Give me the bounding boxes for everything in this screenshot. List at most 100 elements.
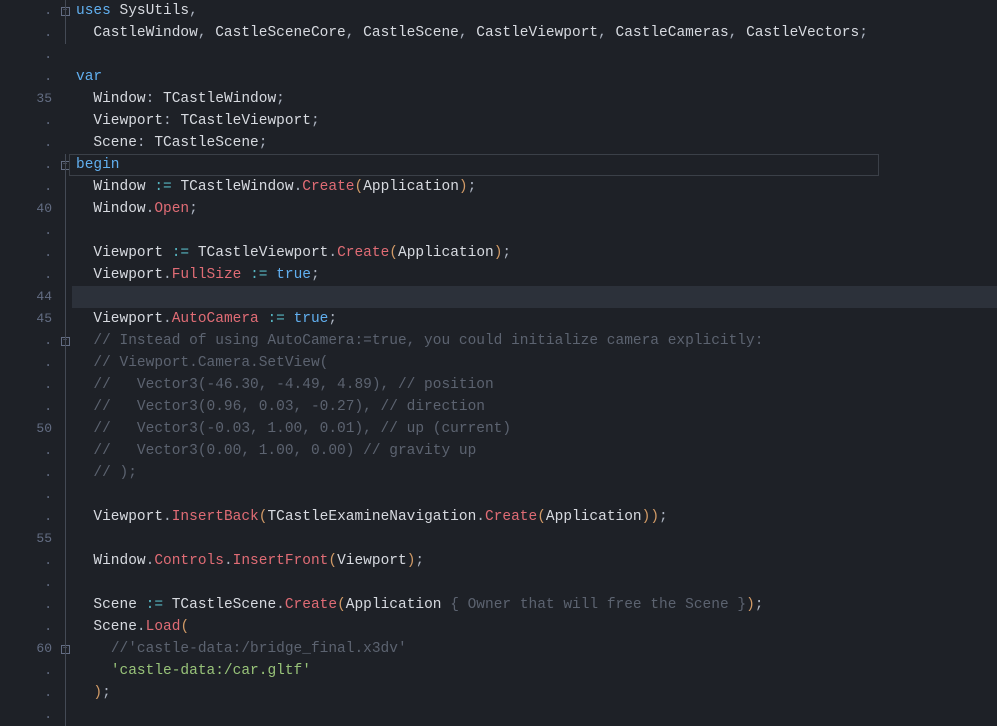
code-line[interactable]: Window: TCastleWindow; (76, 88, 997, 110)
code-line[interactable]: // Vector3(-0.03, 1.00, 0.01), // up (cu… (76, 418, 997, 440)
fold-cell (58, 242, 72, 264)
fold-cell (58, 308, 72, 330)
token-member: FullSize (172, 267, 242, 283)
code-line[interactable]: ); (76, 682, 997, 704)
code-line[interactable] (76, 44, 997, 66)
token-dim (76, 25, 93, 41)
code-line[interactable]: Window := TCastleWindow.Create(Applicati… (76, 176, 997, 198)
code-line[interactable]: Scene := TCastleScene.Create(Application… (76, 594, 997, 616)
fold-cell (58, 44, 72, 66)
line-number: . (0, 616, 54, 638)
token-paren: ( (337, 597, 346, 613)
token-white: CastleScene (363, 25, 459, 41)
fold-cell (58, 264, 72, 286)
token-punct: ; (502, 245, 511, 261)
code-line[interactable]: Viewport.FullSize := true; (76, 264, 997, 286)
token-white: Window (93, 179, 154, 195)
code-line[interactable] (76, 572, 997, 594)
code-line[interactable]: Viewport := TCastleViewport.Create(Appli… (76, 242, 997, 264)
token-dim (163, 597, 172, 613)
token-punct: ; (468, 179, 477, 195)
code-line[interactable]: // ); (76, 462, 997, 484)
fold-cell (58, 176, 72, 198)
line-number: 45 (0, 308, 54, 330)
token-member: AutoCamera (172, 311, 259, 327)
token-punct: ; (859, 25, 868, 41)
fold-cell (58, 550, 72, 572)
fold-column[interactable]: −−−− (58, 0, 72, 723)
line-number: . (0, 352, 54, 374)
code-line[interactable]: Window.Controls.InsertFront(Viewport); (76, 550, 997, 572)
code-line[interactable]: 'castle-data:/car.gltf' (76, 660, 997, 682)
token-paren: ( (354, 179, 363, 195)
token-dim (354, 25, 363, 41)
fold-cell[interactable]: − (58, 638, 72, 660)
code-line[interactable]: // Vector3(0.00, 1.00, 0.00) // gravity … (76, 440, 997, 462)
token-paren: ) (93, 685, 102, 701)
token-dim (76, 311, 93, 327)
token-dim (154, 91, 163, 107)
token-dim (76, 355, 93, 371)
token-punct: , (198, 25, 207, 41)
code-line[interactable]: CastleWindow, CastleSceneCore, CastleSce… (76, 22, 997, 44)
code-line[interactable]: Viewport.InsertBack(TCastleExamineNaviga… (76, 506, 997, 528)
token-punct: . (163, 267, 172, 283)
token-punct: ; (311, 267, 320, 283)
token-dim (76, 245, 93, 261)
code-editor[interactable]: ....35....40...4445....50....55....60...… (0, 0, 997, 723)
token-punct: , (189, 3, 198, 19)
line-number: . (0, 462, 54, 484)
code-line[interactable]: Scene.Load( (76, 616, 997, 638)
code-line[interactable]: var (76, 66, 997, 88)
token-white: Window (93, 201, 145, 217)
fold-cell (58, 374, 72, 396)
code-line[interactable]: // Viewport.Camera.SetView( (76, 352, 997, 374)
token-white: TCastleScene (172, 597, 276, 613)
token-member: Create (337, 245, 389, 261)
code-line[interactable] (76, 220, 997, 242)
token-kw: true (294, 311, 329, 327)
line-number: . (0, 242, 54, 264)
token-dim (607, 25, 616, 41)
token-comment-brace: { Owner that will free the Scene } (450, 597, 746, 613)
token-member: Open (154, 201, 189, 217)
token-punct: : (163, 113, 172, 129)
token-dim (285, 311, 294, 327)
code-line[interactable]: Scene: TCastleScene; (76, 132, 997, 154)
current-line-highlight (72, 286, 997, 308)
token-paren: ( (537, 509, 546, 525)
token-kw: uses (76, 3, 111, 19)
code-line[interactable]: Viewport.AutoCamera := true; (76, 308, 997, 330)
token-punct: . (163, 311, 172, 327)
token-comment: // Vector3(0.96, 0.03, -0.27), // direct… (93, 399, 485, 415)
code-line[interactable]: // Vector3(-46.30, -4.49, 4.89), // posi… (76, 374, 997, 396)
line-number: . (0, 374, 54, 396)
code-line[interactable]: //'castle-data:/bridge_final.x3dv' (76, 638, 997, 660)
fold-cell[interactable]: − (58, 0, 72, 22)
fold-cell[interactable]: − (58, 330, 72, 352)
token-member: Create (485, 509, 537, 525)
code-line[interactable]: Viewport: TCastleViewport; (76, 110, 997, 132)
token-white: CastleCameras (616, 25, 729, 41)
token-punct: , (598, 25, 607, 41)
code-line[interactable]: // Instead of using AutoCamera:=true, yo… (76, 330, 997, 352)
token-dim (76, 179, 93, 195)
code-line[interactable]: // Vector3(0.96, 0.03, -0.27), // direct… (76, 396, 997, 418)
token-punct: . (328, 245, 337, 261)
fold-cell (58, 396, 72, 418)
line-number: . (0, 396, 54, 418)
line-number: . (0, 22, 54, 44)
code-line[interactable]: uses SysUtils, (76, 0, 997, 22)
fold-cell (58, 440, 72, 462)
code-line[interactable] (76, 528, 997, 550)
line-number: 60 (0, 638, 54, 660)
code-area[interactable]: uses SysUtils, CastleWindow, CastleScene… (72, 0, 997, 723)
token-dim (76, 399, 93, 415)
token-dim (76, 443, 93, 459)
token-dim (76, 135, 93, 151)
fold-cell (58, 506, 72, 528)
token-member: Controls (154, 553, 224, 569)
token-punct: . (294, 179, 303, 195)
code-line[interactable]: Window.Open; (76, 198, 997, 220)
code-line[interactable] (76, 484, 997, 506)
